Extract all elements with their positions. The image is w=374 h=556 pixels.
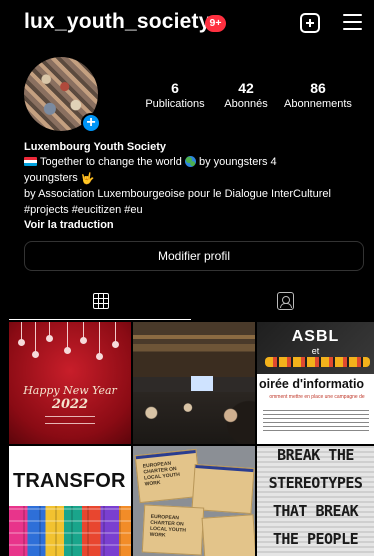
following-count: 86 bbox=[310, 80, 326, 96]
bio-text-2: youngsters bbox=[24, 171, 78, 184]
post-thumbnail[interactable]: BREAK THE STEREOTYPES THAT BREAK THE PEO… bbox=[257, 446, 374, 556]
bio-line-3: by Association Luxembourgeoise pour le D… bbox=[24, 188, 331, 201]
grid-icon bbox=[93, 293, 109, 309]
luxembourg-flag-icon bbox=[24, 157, 37, 167]
ornament bbox=[18, 322, 25, 346]
publications-count: 6 bbox=[171, 80, 179, 96]
post-thumbnail[interactable] bbox=[133, 322, 255, 444]
menu-icon[interactable] bbox=[343, 14, 362, 31]
display-name: Luxembourg Youth Society bbox=[24, 141, 166, 153]
followers-label: Abonnés bbox=[224, 98, 268, 110]
post-text-line: STEREOTYPES bbox=[268, 474, 363, 492]
ornament bbox=[32, 322, 39, 358]
bio-text-1b: by youngsters 4 bbox=[199, 156, 277, 169]
bio-line-2: youngsters 🤟 bbox=[24, 171, 369, 187]
create-post-icon[interactable] bbox=[300, 13, 320, 33]
post-text-line: THAT BREAK bbox=[272, 502, 359, 520]
tab-posts[interactable] bbox=[9, 287, 191, 320]
post-title: TRANSFOR bbox=[13, 470, 126, 492]
ornament bbox=[46, 322, 53, 342]
globe-icon bbox=[184, 156, 196, 168]
post-year: 2022 bbox=[51, 397, 89, 412]
stat-following[interactable]: 86 Abonnements bbox=[282, 79, 354, 112]
bio-text-1a: Together to change the world bbox=[40, 156, 182, 169]
envelope-text: EUROPEAN CHARTER ON LOCAL YOUTH WORK bbox=[142, 460, 181, 488]
projection-screen bbox=[191, 376, 213, 391]
publications-label: Publications bbox=[145, 98, 205, 110]
stat-publications[interactable]: 6 Publications bbox=[140, 79, 210, 112]
post-thumbnail[interactable]: TRANSFOR bbox=[9, 446, 131, 556]
tab-tagged[interactable] bbox=[192, 287, 374, 320]
post-thumbnail[interactable]: ASBL et oirée d'informatio omment mettre… bbox=[257, 322, 374, 444]
post-body-text bbox=[263, 410, 369, 432]
post-thumbnail[interactable]: EUROPEAN CHARTER ON LOCAL YOUTH WORK EUR… bbox=[133, 446, 255, 556]
edit-profile-button[interactable]: Modifier profil bbox=[24, 241, 364, 271]
profile-username[interactable]: lux_youth_society bbox=[24, 10, 211, 34]
rock-hand-icon: 🤟 bbox=[80, 172, 95, 185]
profile-bio: Luxembourg Youth Society Together to cha… bbox=[24, 140, 369, 233]
post-conjunction: et bbox=[311, 346, 320, 356]
see-translation-link[interactable]: Voir la traduction bbox=[24, 218, 369, 233]
ornament bbox=[64, 322, 71, 354]
envelope-text: EUROPEAN CHARTER ON LOCAL YOUTH WORK bbox=[149, 513, 187, 539]
envelope: EUROPEAN CHARTER ON LOCAL YOUTH WORK bbox=[134, 448, 202, 504]
followers-count: 42 bbox=[238, 80, 254, 96]
post-text-line: BREAK THE bbox=[277, 446, 354, 464]
add-story-icon[interactable]: + bbox=[81, 113, 101, 133]
envelope bbox=[201, 514, 255, 556]
ornament bbox=[80, 322, 87, 344]
ceiling-beam bbox=[133, 335, 255, 339]
post-mosaic bbox=[9, 506, 131, 556]
following-label: Abonnements bbox=[284, 98, 352, 110]
post-subtitle: omment mettre en place une campagne de bbox=[269, 394, 365, 400]
top-bar: lux_youth_society 9+ bbox=[0, 0, 374, 48]
notification-badge[interactable]: 9+ bbox=[205, 15, 226, 32]
profile-tabs bbox=[9, 287, 374, 320]
ornament bbox=[112, 322, 119, 348]
post-thumbnail[interactable]: Happy New Year 2022 bbox=[9, 322, 131, 444]
post-heading: ASBL bbox=[291, 328, 340, 345]
post-text-line: THE PEOPLE bbox=[272, 530, 359, 548]
bio-hashtags[interactable]: #projects #eucitizen #eu bbox=[24, 203, 369, 218]
ornament bbox=[96, 322, 103, 360]
tagged-icon bbox=[277, 292, 294, 310]
post-logo-strip bbox=[265, 357, 370, 367]
bio-line-1: Together to change the world by youngste… bbox=[24, 155, 369, 170]
audience bbox=[133, 392, 255, 444]
post-title: oirée d'informatio bbox=[259, 377, 365, 391]
post-logos bbox=[9, 450, 131, 458]
stat-followers[interactable]: 42 Abonnés bbox=[216, 79, 276, 112]
envelope: EUROPEAN CHARTER ON LOCAL YOUTH WORK bbox=[141, 504, 205, 556]
post-decoration bbox=[45, 416, 95, 424]
post-title: Happy New Year bbox=[23, 384, 117, 397]
